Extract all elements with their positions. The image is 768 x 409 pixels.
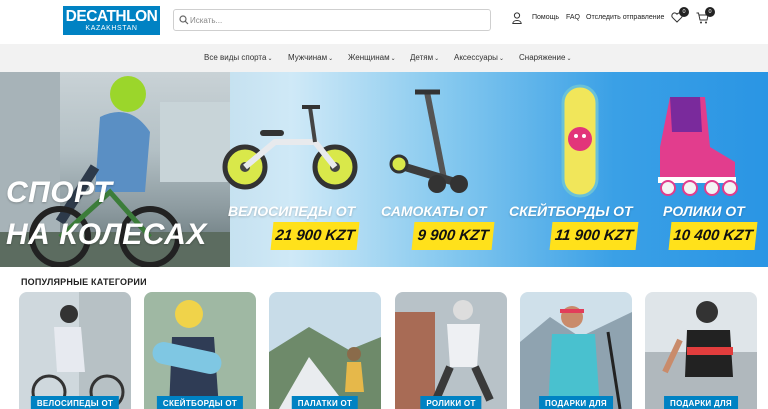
category-image-tents <box>269 292 381 409</box>
bikes-price[interactable]: 21 900 KZT <box>270 222 360 250</box>
nav-item-label: Аксессуары <box>454 53 498 62</box>
skateboards-price[interactable]: 11 900 KZT <box>549 222 639 250</box>
category-card-bikes[interactable]: ВЕЛОСИПЕДЫ ОТ <box>19 292 131 409</box>
category-card-rollers[interactable]: РОЛИКИ ОТ <box>395 292 507 409</box>
site-header: DECATHLON KAZAKHSTAN Помощь FAQ Отследит… <box>0 0 768 44</box>
balance-bike-image <box>222 105 358 190</box>
nav-item-label: Мужчинам <box>288 53 328 62</box>
nav-item-label: Снаряжение <box>519 53 566 62</box>
category-card-label: ПОДАРКИ ДЛЯ <box>539 396 613 409</box>
user-icon[interactable] <box>512 12 522 24</box>
category-nav: Все виды спорта⌄ Мужчинам⌄ Женщинам⌄ Дет… <box>0 44 768 72</box>
category-card-label: РОЛИКИ ОТ <box>420 396 482 409</box>
decathlon-logo[interactable]: DECATHLON KAZAKHSTAN <box>63 6 160 35</box>
help-link[interactable]: Помощь <box>532 14 559 21</box>
cart-count-badge: 0 <box>705 7 715 17</box>
skateboard-image <box>561 84 599 198</box>
nav-item-men[interactable]: Мужчинам⌄ <box>288 53 333 62</box>
category-image-gifts-women <box>520 292 632 409</box>
rollers-price[interactable]: 10 400 KZT <box>668 222 758 250</box>
nav-item-label: Детям <box>410 53 434 62</box>
logo-sub: KAZAKHSTAN <box>85 25 138 32</box>
category-card-gifts-men[interactable]: ПОДАРКИ ДЛЯ <box>645 292 757 409</box>
nav-item-accessories[interactable]: Аксессуары⌄ <box>454 53 504 62</box>
scooters-label: САМОКАТЫ ОТ <box>381 203 487 219</box>
track-order-link[interactable]: Отследить отправление <box>586 14 664 21</box>
faq-link[interactable]: FAQ <box>566 14 580 21</box>
bikes-label: ВЕЛОСИПЕДЫ ОТ <box>228 203 356 219</box>
chevron-down-icon: ⌄ <box>566 56 572 62</box>
category-card-label: СКЕЙТБОРДЫ ОТ <box>156 396 244 409</box>
nav-item-label: Женщинам <box>348 53 390 62</box>
nav-item-equipment[interactable]: Снаряжение⌄ <box>519 53 572 62</box>
hero-banner[interactable]: СПОРТ НА КОЛЕСАХ ВЕЛОСИПЕДЫ ОТ 21 900 KZ… <box>0 72 768 267</box>
chevron-down-icon: ⌄ <box>328 56 334 62</box>
category-card-label: ПОДАРКИ ДЛЯ <box>664 396 738 409</box>
category-image-skateboards <box>144 292 256 409</box>
scooters-price[interactable]: 9 900 KZT <box>411 222 495 250</box>
category-card-skateboards[interactable]: СКЕЙТБОРДЫ ОТ <box>144 292 256 409</box>
nav-item-kids[interactable]: Детям⌄ <box>410 53 439 62</box>
nav-item-women[interactable]: Женщинам⌄ <box>348 53 396 62</box>
hero-title-line2: НА КОЛЕСАХ <box>6 218 207 251</box>
category-card-label: ВЕЛОСИПЕДЫ ОТ <box>30 396 120 409</box>
chevron-down-icon: ⌄ <box>498 56 504 62</box>
category-card-gifts-women[interactable]: ПОДАРКИ ДЛЯ <box>520 292 632 409</box>
inline-skate-image <box>658 97 738 196</box>
chevron-down-icon: ⌄ <box>267 56 273 62</box>
hero-title-line1: СПОРТ <box>6 176 113 209</box>
chevron-down-icon: ⌄ <box>434 56 440 62</box>
category-image-rollers <box>395 292 507 409</box>
rollers-label: РОЛИКИ ОТ <box>663 203 745 219</box>
nav-item-label: Все виды спорта <box>204 53 267 62</box>
search-icon <box>179 15 189 25</box>
category-image-gifts-men <box>645 292 757 409</box>
wishlist-count-badge: 0 <box>679 7 689 17</box>
skateboards-label: СКЕЙТБОРДЫ ОТ <box>509 203 633 219</box>
logo-brand: DECATHLON <box>65 8 158 25</box>
search-input[interactable] <box>190 12 480 28</box>
chevron-down-icon: ⌄ <box>390 56 396 62</box>
category-image-bikes <box>19 292 131 409</box>
popular-categories-title: ПОПУЛЯРНЫЕ КАТЕГОРИИ <box>21 277 147 287</box>
search-box[interactable] <box>173 9 491 31</box>
nav-item-all-sports[interactable]: Все виды спорта⌄ <box>204 53 272 62</box>
scooter-image <box>389 89 468 193</box>
category-card-tents[interactable]: ПАЛАТКИ ОТ <box>269 292 381 409</box>
category-card-label: ПАЛАТКИ ОТ <box>291 396 359 409</box>
